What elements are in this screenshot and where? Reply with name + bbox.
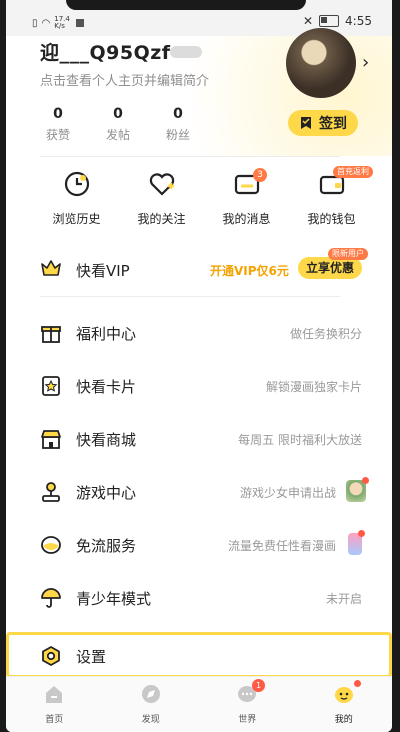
profile-stats: 0 获赞 0 发帖 0 粉丝 (28, 106, 208, 143)
menu-title: 免流服务 (76, 537, 137, 555)
sim-card-thumbnail (348, 530, 365, 555)
signin-label: 签到 (319, 116, 347, 132)
menu-desc: 未开启 (325, 592, 362, 606)
menu-desc: 游戏少女申请出战 (239, 486, 336, 500)
status-right: ✕ 4:55 (303, 14, 372, 28)
status-left: ▯ ◠ 17.4 K/s (32, 15, 85, 30)
message-count-badge: 3 (253, 168, 267, 182)
menu-item-cards[interactable]: 快看卡片 解锁漫画独家卡片 (6, 359, 392, 412)
clock-icon (64, 171, 89, 197)
world-count-badge: 1 (252, 679, 265, 692)
profile-header[interactable]: 迎___Q95Qzf 点击查看个人主页并编辑简介 › 0 获赞 0 发帖 0 粉… (6, 28, 392, 156)
stat-label: 获赞 (45, 128, 70, 142)
camera-notch (66, 0, 306, 10)
tab-label: 发现 (141, 715, 160, 725)
menu-desc: 每周五 限时福利大放送 (238, 433, 362, 447)
battery-icon (319, 15, 340, 27)
tab-label: 世界 (238, 715, 257, 725)
menu-title: 游戏中心 (76, 484, 137, 502)
menu-title: 快看卡片 (76, 378, 137, 396)
stat-label: 粉丝 (165, 128, 190, 142)
menu-desc: 流量免费任性看漫画 (227, 539, 336, 553)
mine-red-dot (353, 680, 361, 687)
data-free-icon (41, 536, 61, 554)
menu-item-welfare[interactable]: 福利中心 做任务换积分 (6, 306, 392, 359)
stat-value: 0 (173, 106, 183, 122)
quick-label: 我的钱包 (307, 212, 356, 226)
store-icon (41, 430, 61, 449)
level-badge (170, 46, 202, 58)
vip-title: 快看VIP (76, 262, 130, 280)
tab-discover[interactable]: 发现 (103, 677, 200, 732)
quick-label: 我的关注 (137, 212, 186, 226)
signin-button[interactable]: 签到 (288, 110, 358, 136)
sim-icon: ▯ (32, 17, 38, 29)
quick-label: 我的消息 (222, 212, 271, 226)
card-star-icon (42, 376, 60, 396)
stat-value: 0 (113, 106, 123, 122)
mine-face-icon (334, 687, 353, 703)
vip-promo: 开通VIP仅6元 (210, 264, 289, 278)
divider (40, 156, 340, 157)
settings-hexagon-icon (42, 646, 60, 666)
crown-icon (41, 260, 61, 276)
quick-messages[interactable]: 3 我的消息 (204, 168, 289, 227)
tab-label: 首页 (45, 715, 64, 725)
menu-item-teen-mode[interactable]: 青少年模式 未开启 (6, 571, 392, 624)
menu-desc: 解锁漫画独家卡片 (265, 380, 362, 394)
tab-home[interactable]: 首页 (6, 677, 103, 732)
menu-desc: 做任务换积分 (289, 327, 362, 341)
tab-mine[interactable]: 我的 (296, 677, 393, 732)
menu-item-games[interactable]: 游戏中心 游戏少女申请出战 (6, 465, 392, 518)
menu-title: 设置 (76, 648, 107, 666)
quick-label: 浏览历史 (52, 212, 101, 226)
menu-item-settings[interactable]: 设置 (6, 632, 392, 678)
mute-icon: ✕ (302, 14, 314, 28)
red-dot (358, 530, 365, 537)
tab-world[interactable]: 1 世界 (199, 677, 296, 732)
quick-following[interactable]: 我的关注 (119, 168, 204, 227)
stat-value: 0 (53, 106, 63, 122)
vip-row[interactable]: 快看VIP 开通VIP仅6元 立享优惠 限新用户 (6, 248, 392, 288)
stat-posts[interactable]: 0 发帖 (88, 106, 148, 143)
stat-likes[interactable]: 0 获赞 (28, 106, 88, 143)
bottom-tab-bar: 首页 发现 1 世界 我的 (6, 676, 392, 732)
discover-icon (141, 685, 160, 703)
wallet-promo-badge: 首充返利 (333, 166, 373, 178)
app-screen: ▯ ◠ 17.4 K/s ✕ 4:55 迎___Q95Qzf 点击查看个人主页并… (6, 0, 392, 732)
network-speed: 17.4 K/s (54, 15, 70, 30)
umbrella-icon (41, 588, 61, 608)
menu-title: 青少年模式 (76, 590, 152, 608)
game-thumbnail (346, 477, 369, 502)
chevron-right-icon[interactable]: › (362, 52, 369, 73)
menu-list: 福利中心 做任务换积分 快看卡片 解锁漫画独家卡片 快看商城 每周五 限时福利大… (6, 306, 392, 678)
divider (40, 296, 340, 297)
menu-item-store[interactable]: 快看商城 每周五 限时福利大放送 (6, 412, 392, 465)
gift-icon (41, 326, 61, 343)
wifi-icon: ◠ (41, 17, 51, 29)
profile-bio[interactable]: 点击查看个人主页并编辑简介 (40, 70, 209, 89)
status-time: 4:55 (345, 14, 372, 28)
avatar[interactable] (286, 28, 356, 98)
notification-icon (76, 19, 85, 27)
menu-title: 快看商城 (76, 431, 137, 449)
username: 迎___Q95Qzf (40, 42, 171, 64)
vip-claim-button[interactable]: 立享优惠 (298, 257, 362, 279)
quick-actions: 浏览历史 我的关注 3 我的消息 首充返利 我的钱包 (34, 166, 374, 227)
stat-label: 发帖 (105, 128, 130, 142)
red-dot (362, 477, 369, 484)
quick-history[interactable]: 浏览历史 (34, 168, 119, 227)
joystick-icon (42, 482, 60, 502)
menu-item-data-free[interactable]: 免流服务 流量免费任性看漫画 (6, 518, 392, 571)
menu-title: 福利中心 (76, 325, 137, 343)
heart-plus-icon (149, 173, 174, 196)
signin-icon (301, 117, 311, 129)
quick-wallet[interactable]: 首充返利 我的钱包 (289, 166, 374, 227)
tab-label: 我的 (334, 715, 353, 725)
home-icon (46, 686, 63, 703)
vip-new-user-tag: 限新用户 (328, 248, 368, 260)
stat-fans[interactable]: 0 粉丝 (148, 106, 208, 143)
